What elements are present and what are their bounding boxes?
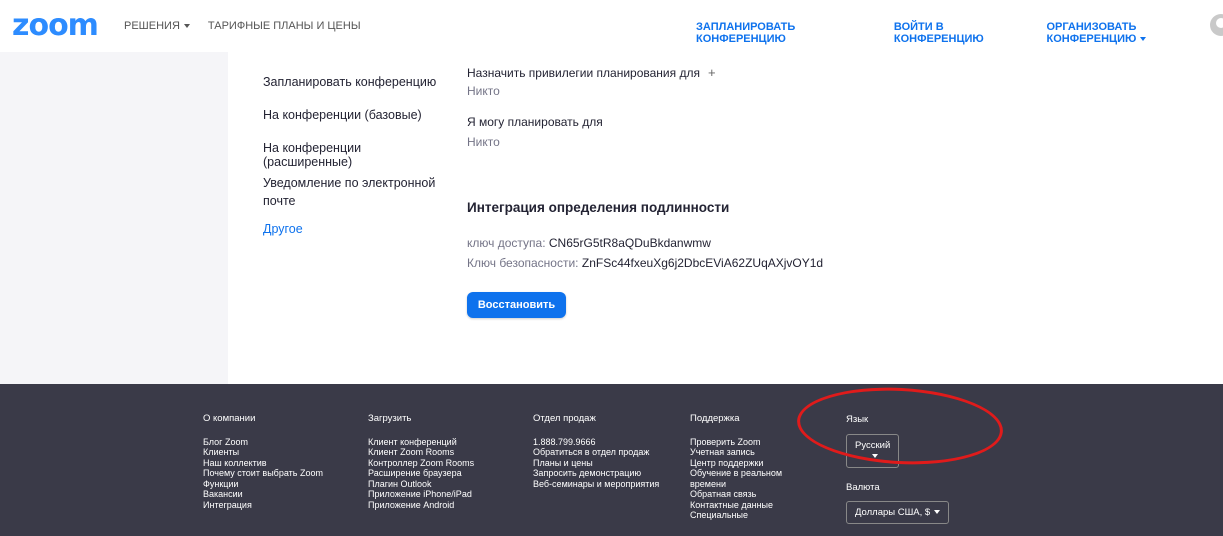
access-key-row: ключ доступа: CN65rG5tR8aQDuBkdanwmw (467, 236, 711, 250)
footer-link[interactable]: Блог Zoom (203, 437, 353, 448)
footer-link[interactable]: Учетная запись (690, 447, 800, 458)
auth-integration-title: Интеграция определения подлинности (467, 200, 730, 215)
footer-column-title: Отдел продаж (533, 413, 596, 424)
footer-link[interactable]: Почему стоит выбрать Zoom (203, 468, 353, 479)
footer-column-title: О компании (203, 413, 256, 424)
chevron-down-icon (934, 510, 941, 515)
currency-dropdown[interactable]: Доллары США, $ (846, 501, 950, 524)
top-navbar: zoom РЕШЕНИЯ ТАРИФНЫЕ ПЛАНЫ И ЦЕНЫ ЗАПЛА… (0, 0, 1223, 52)
language-label: Язык (846, 414, 869, 425)
footer-link[interactable]: Центр поддержки (690, 458, 800, 469)
footer-link[interactable]: Обучение в реальном времени (690, 468, 800, 489)
footer-link[interactable]: Расширение браузера (368, 468, 518, 479)
footer-link[interactable]: Клиент конференций (368, 437, 518, 448)
currency-label: Валюта (846, 482, 880, 493)
footer-column-support: Поддержка Проверить Zoom Учетная запись … (690, 413, 800, 521)
menu-item-schedule-meeting[interactable]: Запланировать конференцию (263, 75, 436, 89)
footer-link[interactable]: Клиент Zoom Rooms (368, 447, 518, 458)
security-key-value: ZnFSc44fxeuXg6j2DbcEViA62ZUqAXjvOY1d (581, 256, 824, 270)
chevron-down-icon (183, 24, 190, 29)
access-key-value: CN65rG5tR8aQDuBkdanwmw (548, 236, 711, 250)
nav-right: ЗАПЛАНИРОВАТЬ КОНФЕРЕНЦИЮ ВОЙТИ В КОНФЕР… (696, 21, 1223, 45)
menu-item-other[interactable]: Другое (263, 222, 303, 236)
nav-host-meeting[interactable]: ОРГАНИЗОВАТЬ КОНФЕРЕНЦИЮ (1046, 21, 1223, 45)
menu-item-email-notification[interactable]: Уведомление по электронной почте (263, 174, 443, 210)
access-key-label: ключ доступа: (467, 236, 546, 250)
footer-link[interactable]: Функции (203, 479, 353, 490)
footer-link[interactable]: Наш коллектив (203, 458, 353, 469)
add-privilege-button[interactable]: + (708, 65, 716, 80)
chevron-down-icon (1140, 37, 1147, 42)
footer-link[interactable]: Интеграция (203, 500, 353, 511)
can-schedule-for-label: Я могу планировать для (467, 115, 603, 129)
nav-schedule-meeting[interactable]: ЗАПЛАНИРОВАТЬ КОНФЕРЕНЦИЮ (696, 21, 872, 45)
footer-link[interactable]: Приложение iPhone/iPad (368, 489, 518, 500)
chevron-down-icon (871, 454, 878, 459)
footer-link[interactable]: Обратная связь (690, 489, 800, 500)
left-sidebar-background (0, 52, 228, 384)
nav-left: РЕШЕНИЯ ТАРИФНЫЕ ПЛАНЫ И ЦЕНЫ (124, 20, 361, 32)
zoom-logo[interactable]: zoom (12, 9, 99, 43)
footer-link[interactable]: Проверить Zoom (690, 437, 800, 448)
nav-plans-pricing[interactable]: ТАРИФНЫЕ ПЛАНЫ И ЦЕНЫ (208, 20, 361, 32)
footer-link[interactable]: Обратиться в отдел продаж (533, 447, 673, 458)
footer-link[interactable]: Контактные данные (690, 500, 800, 511)
nav-solutions[interactable]: РЕШЕНИЯ (124, 20, 190, 32)
footer: О компании Блог Zoom Клиенты Наш коллект… (0, 384, 1223, 536)
footer-link[interactable]: Клиенты (203, 447, 353, 458)
footer-link[interactable]: Запросить демонстрацию (533, 468, 673, 479)
footer-link[interactable]: Контроллер Zoom Rooms (368, 458, 518, 469)
menu-item-in-meeting-basic[interactable]: На конференции (базовые) (263, 108, 422, 122)
footer-column-download: Загрузить Клиент конференций Клиент Zoom… (368, 413, 518, 511)
footer-link[interactable]: 1.888.799.9666 (533, 437, 673, 448)
scheduling-privilege-label: Назначить привилегии планирования для + (467, 65, 716, 80)
footer-column-title: Поддержка (690, 413, 740, 424)
scheduling-privilege-value: Никто (467, 84, 500, 98)
restore-button[interactable]: Восстановить (467, 292, 566, 318)
footer-column-sales: Отдел продаж 1.888.799.9666 Обратиться в… (533, 413, 673, 490)
footer-language-currency: Язык Русский Валюта Доллары США, $ (846, 414, 950, 524)
security-key-label: Ключ безопасности: (467, 256, 579, 270)
footer-link[interactable]: Плагин Outlook (368, 479, 518, 490)
footer-column-about: О компании Блог Zoom Клиенты Наш коллект… (203, 413, 353, 511)
footer-column-title: Загрузить (368, 413, 412, 424)
security-key-row: Ключ безопасности: ZnFSc44fxeuXg6j2DbcEV… (467, 256, 823, 270)
can-schedule-for-value: Никто (467, 135, 500, 149)
nav-join-meeting[interactable]: ВОЙТИ В КОНФЕРЕНЦИЮ (894, 21, 1025, 45)
language-dropdown[interactable]: Русский (846, 434, 900, 468)
footer-link[interactable]: Специальные (690, 510, 800, 521)
menu-item-in-meeting-advanced[interactable]: На конференции (расширенные) (263, 141, 453, 169)
footer-link[interactable]: Веб-семинары и мероприятия (533, 479, 673, 490)
footer-link[interactable]: Планы и цены (533, 458, 673, 469)
footer-link[interactable]: Вакансии (203, 489, 353, 500)
footer-link[interactable]: Приложение Android (368, 500, 518, 511)
